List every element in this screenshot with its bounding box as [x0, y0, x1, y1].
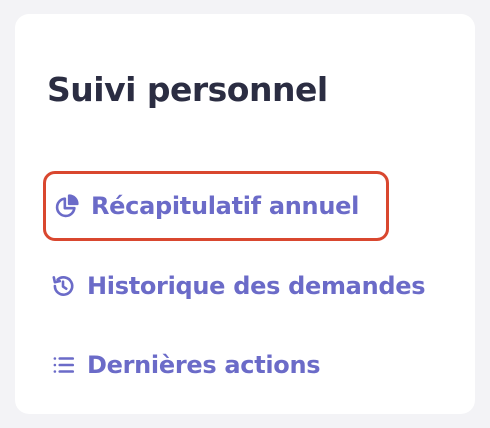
history-icon [49, 272, 77, 300]
latest-actions-link[interactable]: Dernières actions [43, 343, 330, 387]
personal-tracking-card: Suivi personnel Récapitulatif annuel His… [15, 14, 475, 414]
pie-chart-icon [53, 192, 81, 220]
request-history-link[interactable]: Historique des demandes [43, 264, 435, 308]
latest-actions-label: Dernières actions [87, 351, 321, 379]
annual-summary-link[interactable]: Récapitulatif annuel [43, 171, 389, 241]
list-icon [49, 351, 77, 379]
request-history-label: Historique des demandes [87, 272, 426, 300]
card-title: Suivi personnel [47, 70, 328, 109]
annual-summary-label: Récapitulatif annuel [91, 192, 360, 220]
